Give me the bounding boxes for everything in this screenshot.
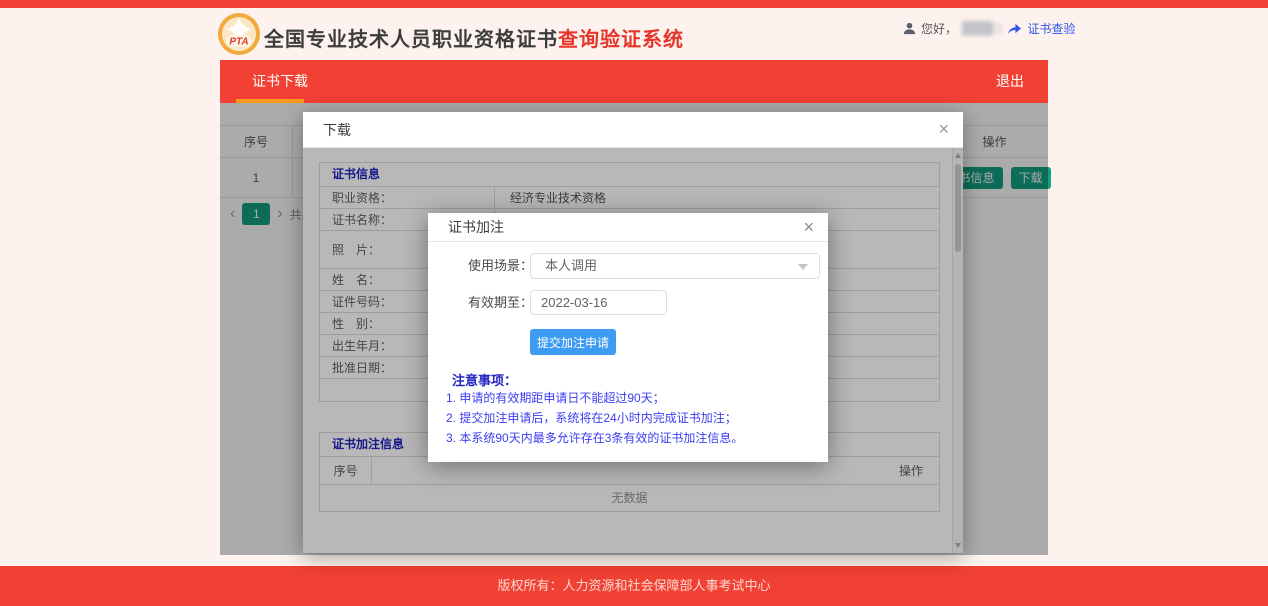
download-modal-header: 下载 × — [303, 112, 963, 148]
download-modal-title: 下载 — [323, 112, 351, 148]
page-title-accent: 查询验证系统 — [558, 29, 684, 51]
nav-bar: 证书下载 退出 — [220, 60, 1048, 103]
usage-scene-select[interactable]: 本人调用 — [530, 253, 820, 279]
note-item: 1. 申请的有效期距申请日不能超过90天； — [446, 388, 743, 408]
annotation-modal: 证书加注 × 使用场景： 本人调用 有效期至： 提交加注申请 注意事项： 1. … — [428, 213, 828, 462]
close-icon[interactable]: × — [938, 119, 949, 139]
usage-scene-value: 本人调用 — [545, 258, 597, 273]
notes-title: 注意事项： — [452, 370, 517, 389]
svg-text:PTA: PTA — [229, 37, 248, 48]
notes-list: 1. 申请的有效期距申请日不能超过90天； 2. 提交加注申请后，系统将在24小… — [446, 388, 743, 448]
annotation-modal-title: 证书加注 — [448, 213, 504, 242]
note-item: 2. 提交加注申请后，系统将在24小时内完成证书加注； — [446, 408, 743, 428]
top-accent-strip — [0, 0, 1268, 8]
expiry-date-label: 有效期至： — [468, 290, 533, 315]
note-item: 3. 本系统90天内最多允许存在3条有效的证书加注信息。 — [446, 428, 743, 448]
usage-scene-label: 使用场景： — [468, 253, 533, 279]
annotation-modal-body: 使用场景： 本人调用 有效期至： 提交加注申请 注意事项： 1. 申请的有效期距… — [428, 242, 828, 462]
user-area: 您好， ████11 证书查验 — [903, 20, 1076, 36]
annotation-modal-header: 证书加注 × — [428, 213, 828, 242]
page-title: 全国专业技术人员职业资格证书查询验证系统 — [264, 23, 684, 52]
certificate-verify-link[interactable]: 证书查验 — [1027, 20, 1075, 37]
close-icon[interactable]: × — [803, 217, 814, 237]
user-icon — [903, 22, 916, 35]
logout-button[interactable]: 退出 — [996, 60, 1024, 103]
pta-logo-icon: PTA — [217, 12, 261, 56]
footer: 版权所有：人力资源和社会保障部人事考试中心 — [0, 566, 1268, 606]
copyright-text: 版权所有：人力资源和社会保障部人事考试中心 — [497, 578, 770, 593]
chevron-down-icon — [798, 264, 808, 270]
share-arrow-icon — [1007, 22, 1022, 35]
submit-annotation-button[interactable]: 提交加注申请 — [530, 329, 616, 355]
tab-certificate-download[interactable]: 证书下载 — [236, 60, 324, 103]
greeting-text: 您好， — [921, 20, 957, 37]
expiry-date-input[interactable] — [530, 290, 667, 315]
masked-username: ████11 — [962, 21, 1002, 35]
page-title-main: 全国专业技术人员职业资格证书 — [264, 29, 558, 51]
